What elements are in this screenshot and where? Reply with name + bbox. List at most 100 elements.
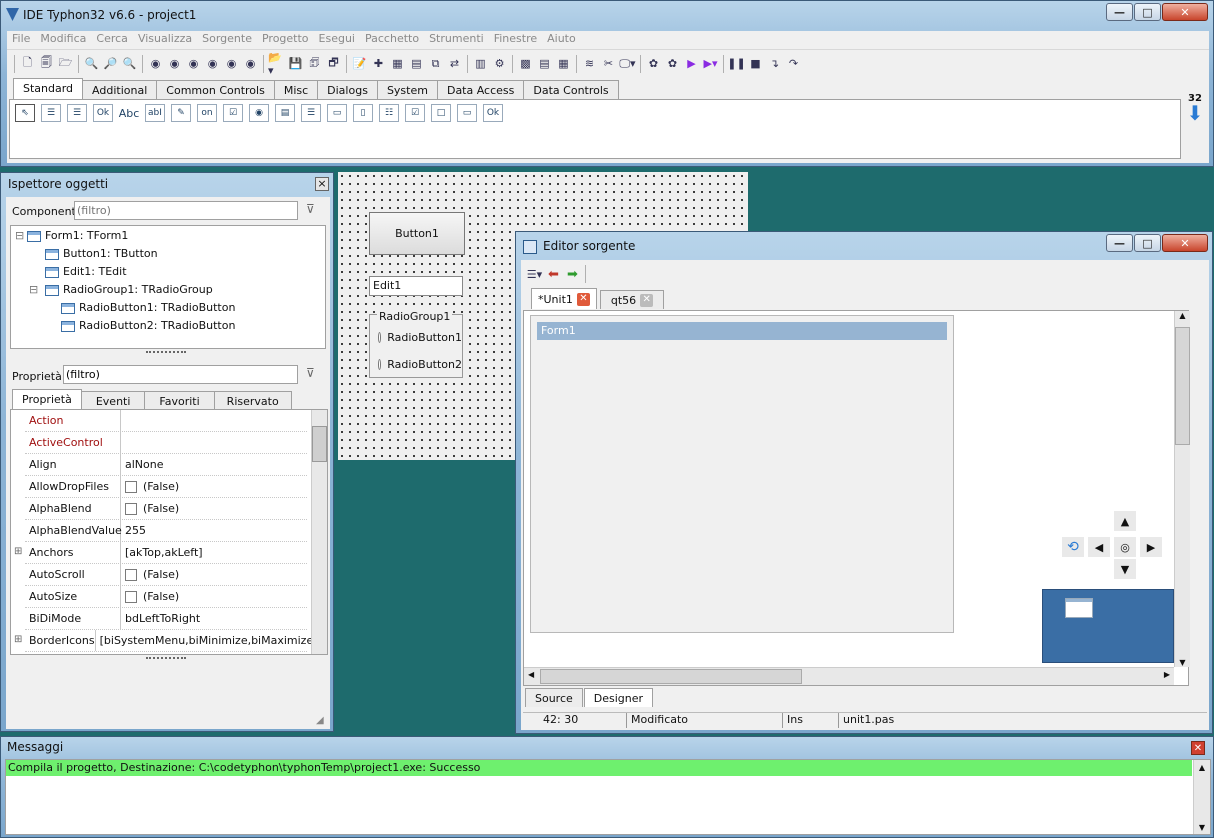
project-icon[interactable]: 📝: [351, 55, 368, 72]
menu-sorgente[interactable]: Sorgente: [197, 31, 257, 49]
forward-arrow-icon[interactable]: ➡: [564, 266, 581, 283]
tab-qt56[interactable]: qt56 ✕: [599, 290, 665, 309]
nav-up-icon[interactable]: ▲: [1114, 511, 1136, 531]
button-component-icon[interactable]: Ok: [93, 104, 113, 122]
menu-strumenti[interactable]: Strumenti: [424, 31, 489, 49]
menu-visualizza[interactable]: Visualizza: [133, 31, 197, 49]
checkgroup-component-icon[interactable]: ☑: [405, 104, 425, 122]
save-icon[interactable]: 💾: [287, 55, 304, 72]
tree-item[interactable]: ⊟ Form1: TForm1: [15, 227, 321, 245]
tab-system[interactable]: System: [376, 80, 438, 99]
package-icon[interactable]: ◉: [147, 55, 164, 72]
designer-radiogroup[interactable]: RadioGroup1 RadioButton1 RadioButton2: [369, 310, 463, 378]
tab-unit1[interactable]: *Unit1 ✕: [531, 288, 597, 309]
label-component-icon[interactable]: Abc: [119, 104, 139, 122]
new-file-icon[interactable]: 🗋: [19, 55, 36, 72]
package2-icon[interactable]: ◉: [166, 55, 183, 72]
list-icon[interactable]: ▤: [536, 55, 553, 72]
settings-icon[interactable]: ✿: [645, 55, 662, 72]
switch-icon[interactable]: ⇄: [446, 55, 463, 72]
file-list-icon[interactable]: ☰▾: [526, 266, 543, 283]
tree-item[interactable]: Edit1: TEdit: [15, 263, 321, 281]
checkbox[interactable]: [125, 480, 137, 493]
property-row[interactable]: AutoScroll (False): [25, 564, 307, 586]
tab-additional[interactable]: Additional: [82, 80, 158, 99]
radio-button-1[interactable]: RadioButton1: [378, 331, 462, 344]
inspector-close-button[interactable]: ×: [315, 177, 329, 191]
property-row[interactable]: AllowDropFiles (False): [25, 476, 307, 498]
toggle-form-icon[interactable]: ⧉: [427, 55, 444, 72]
splitter-grip[interactable]: [146, 351, 186, 355]
mainmenu-icon[interactable]: ☰: [41, 104, 61, 122]
radiogroup-component-icon[interactable]: ☷: [379, 104, 399, 122]
panel-component-icon[interactable]: □: [431, 104, 451, 122]
save-all-icon[interactable]: 🗊: [306, 55, 323, 72]
designer-edit[interactable]: Edit1: [369, 276, 463, 296]
package5-icon[interactable]: ◉: [223, 55, 240, 72]
stop-icon[interactable]: ■: [747, 55, 764, 72]
components-filter-input[interactable]: [74, 201, 298, 220]
tab-standard[interactable]: Standard: [13, 78, 84, 99]
scroll-left-icon[interactable]: ◀: [528, 670, 534, 679]
search-icon[interactable]: 🔍: [83, 55, 100, 72]
settings2-icon[interactable]: ✿: [664, 55, 681, 72]
find-next-icon[interactable]: 🔎: [102, 55, 119, 72]
scroll-thumb[interactable]: [1175, 327, 1190, 445]
scroll-thumb[interactable]: [540, 669, 802, 684]
property-row[interactable]: AutoSize (False): [25, 586, 307, 608]
scroll-up-icon[interactable]: ▲: [1175, 311, 1190, 325]
close-file-icon[interactable]: 🗗: [325, 55, 342, 72]
editor-hscrollbar[interactable]: ◀ ▶: [524, 667, 1174, 685]
message-line[interactable]: Compila il progetto, Destinazione: C:\co…: [6, 760, 1192, 776]
resize-grip-icon[interactable]: ◢: [316, 715, 324, 726]
splitter-grip[interactable]: [146, 657, 186, 661]
tab-source[interactable]: Source: [525, 688, 583, 707]
editor-minimize-button[interactable]: —: [1106, 234, 1133, 252]
forms-icon[interactable]: ▤: [408, 55, 425, 72]
scroll-down-icon[interactable]: ▼: [1194, 823, 1210, 832]
menu-cerca[interactable]: Cerca: [91, 31, 133, 49]
messages-close-button[interactable]: ✕: [1191, 741, 1205, 755]
popupmenu-icon[interactable]: ☰: [67, 104, 87, 122]
scroll-down-icon[interactable]: ▼: [1175, 658, 1190, 667]
property-row[interactable]: ActiveControl: [25, 432, 307, 454]
minimize-button[interactable]: —: [1106, 3, 1133, 21]
property-row[interactable]: Anchors [akTop,akLeft]: [25, 542, 307, 564]
menu-modifica[interactable]: Modifica: [35, 31, 91, 49]
checkbox[interactable]: [125, 590, 137, 603]
step-over-icon[interactable]: ↷: [785, 55, 802, 72]
radio-button-2[interactable]: RadioButton2: [378, 358, 462, 371]
menu-aiuto[interactable]: Aiuto: [542, 31, 581, 49]
actionlist-component-icon[interactable]: Ok: [483, 104, 503, 122]
menu-pacchetto[interactable]: Pacchetto: [360, 31, 424, 49]
compile-icon[interactable]: ⚙: [491, 55, 508, 72]
tab-favorites[interactable]: Favoriti: [144, 391, 215, 410]
expand-bordericons-icon[interactable]: ⊞: [14, 634, 22, 645]
new-form-icon[interactable]: 🗐: [38, 55, 55, 72]
nav-refresh-icon[interactable]: ⟲: [1062, 537, 1084, 557]
property-row[interactable]: BorderIcons [biSystemMenu,biMinimize,biMa…: [25, 630, 318, 652]
property-scrollbar[interactable]: [311, 410, 327, 654]
tree-item[interactable]: RadioButton2: TRadioButton: [15, 317, 321, 335]
open-dropdown-icon[interactable]: 📂▾: [268, 51, 285, 77]
back-arrow-icon[interactable]: ⬅: [545, 266, 562, 283]
scroll-thumb[interactable]: [312, 426, 327, 462]
groupbox-component-icon[interactable]: ▯: [353, 104, 373, 122]
tab-events[interactable]: Eventi: [80, 391, 146, 410]
tab-data-access[interactable]: Data Access: [436, 80, 525, 99]
checkbox[interactable]: [125, 568, 137, 581]
scroll-up-icon[interactable]: ▲: [1194, 763, 1210, 772]
frame-component-icon[interactable]: ▭: [457, 104, 477, 122]
property-row[interactable]: AlphaBlend (False): [25, 498, 307, 520]
tab-misc[interactable]: Misc: [273, 80, 319, 99]
scrollbar-component-icon[interactable]: ▭: [327, 104, 347, 122]
property-row[interactable]: Align alNone: [25, 454, 307, 476]
close-tab-icon[interactable]: ✕: [640, 293, 654, 307]
run-params-icon[interactable]: ▶▾: [702, 55, 719, 72]
messages-scrollbar[interactable]: ▲ ▼: [1193, 760, 1210, 834]
minimap[interactable]: [1042, 589, 1174, 663]
pointer-icon[interactable]: ⇖: [15, 104, 35, 122]
nav-center-icon[interactable]: ◎: [1114, 537, 1136, 557]
editor-close-button[interactable]: ✕: [1162, 234, 1208, 252]
add-icon[interactable]: ✚: [370, 55, 387, 72]
